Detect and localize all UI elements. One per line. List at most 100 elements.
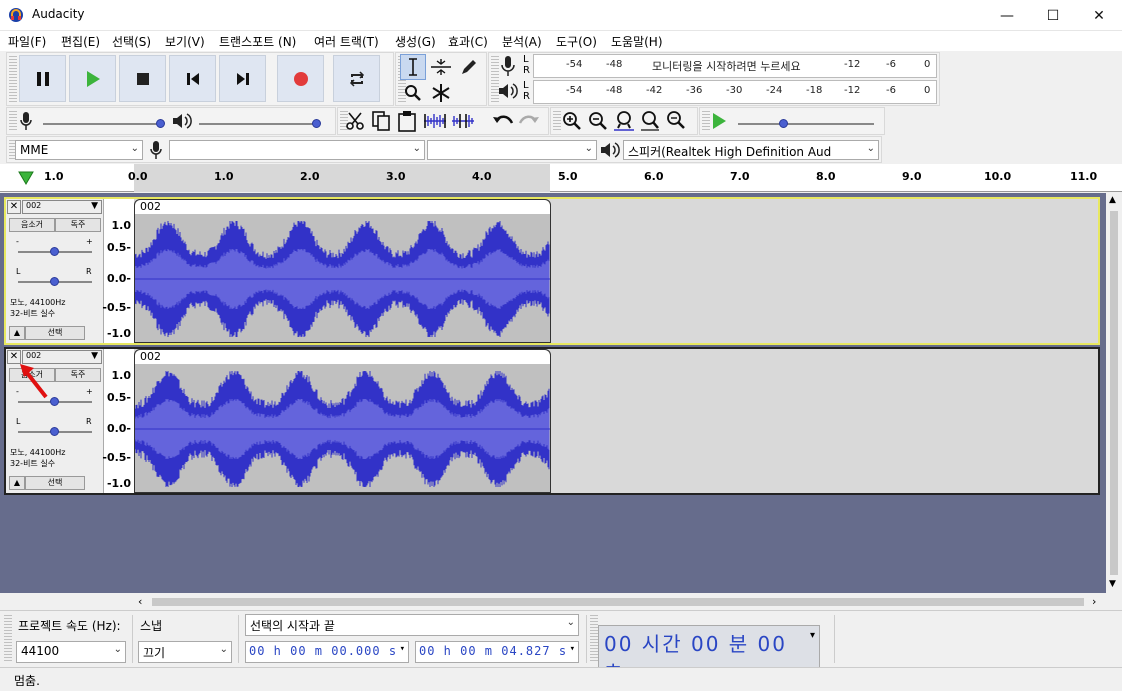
scroll-right-icon[interactable]: › bbox=[1092, 595, 1096, 608]
audio-host-select[interactable]: MME ⌄ bbox=[15, 140, 143, 160]
solo-button[interactable]: 독주 bbox=[55, 368, 101, 382]
gain-slider-thumb[interactable] bbox=[50, 397, 59, 406]
audio-clip[interactable]: 002 bbox=[134, 349, 551, 493]
menu-generate[interactable]: 생성(G) bbox=[395, 33, 436, 50]
close-track-button[interactable]: ✕ bbox=[7, 200, 21, 214]
close-window-button[interactable]: ✕ bbox=[1076, 0, 1122, 31]
selection-end-value: 00 h 00 m 04.827 s bbox=[419, 644, 568, 658]
clip-title-bar[interactable]: 002 bbox=[135, 350, 550, 364]
horizontal-scroll-thumb[interactable] bbox=[152, 598, 1084, 606]
vertical-scroll-thumb[interactable] bbox=[1110, 211, 1118, 575]
play-meter-speaker-icon[interactable] bbox=[497, 81, 519, 104]
timeline-ruler[interactable]: 1.0 0.0 1.0 2.0 3.0 4.0 5.0 6.0 7.0 8.0 … bbox=[0, 164, 1122, 192]
pin-playhead-button[interactable] bbox=[16, 168, 36, 191]
envelope-tool-button[interactable] bbox=[428, 54, 454, 80]
menu-effect[interactable]: 효과(C) bbox=[448, 33, 488, 50]
multi-tool-button[interactable] bbox=[428, 80, 454, 106]
vertical-scrollbar[interactable]: ▲ ▼ bbox=[1106, 193, 1122, 593]
draw-tool-button[interactable] bbox=[456, 54, 482, 80]
playback-volume-thumb[interactable] bbox=[312, 119, 321, 128]
cut-button[interactable] bbox=[342, 108, 368, 134]
collapse-track-button[interactable]: ▲ bbox=[9, 326, 25, 340]
record-button[interactable] bbox=[277, 55, 324, 102]
zoom-in-button[interactable] bbox=[559, 108, 585, 134]
clip-title-bar[interactable]: 002 bbox=[135, 200, 550, 214]
silence-audio-button[interactable] bbox=[450, 108, 476, 134]
pause-button[interactable] bbox=[19, 55, 66, 102]
project-rate-select[interactable]: 44100 ⌄ bbox=[16, 641, 126, 663]
menu-analyze[interactable]: 분석(A) bbox=[502, 33, 542, 50]
minimize-button[interactable]: — bbox=[984, 0, 1030, 31]
stop-button[interactable] bbox=[119, 55, 166, 102]
scroll-down-icon[interactable]: ▼ bbox=[1109, 579, 1116, 589]
pan-slider-thumb[interactable] bbox=[50, 427, 59, 436]
loop-button[interactable] bbox=[333, 55, 380, 102]
zoom-tool-button[interactable] bbox=[400, 80, 426, 106]
selection-end-time[interactable]: 00 h 00 m 04.827 s ▾ bbox=[415, 641, 579, 663]
menu-tools[interactable]: 도구(O) bbox=[556, 33, 597, 50]
tracks-area[interactable]: ✕ 002 ▼ 음소거 독주 - + L R 모노, 44100Hz 32-비트 … bbox=[0, 193, 1106, 593]
horizontal-scrollbar[interactable]: ‹ › bbox=[134, 594, 1106, 610]
toolbar-grip[interactable] bbox=[590, 615, 598, 663]
recording-device-select[interactable]: ⌄ bbox=[169, 140, 425, 160]
recording-volume-thumb[interactable] bbox=[156, 119, 165, 128]
recording-volume-slider[interactable] bbox=[43, 123, 163, 125]
copy-button[interactable] bbox=[368, 108, 394, 134]
toolbar-grip[interactable] bbox=[4, 615, 12, 663]
gain-slider-thumb[interactable] bbox=[50, 247, 59, 256]
solo-button[interactable]: 독주 bbox=[55, 218, 101, 232]
pan-slider-thumb[interactable] bbox=[50, 277, 59, 286]
select-track-button[interactable]: 선택 bbox=[25, 326, 85, 340]
fit-project-button[interactable] bbox=[637, 108, 663, 134]
selection-tool-button[interactable] bbox=[400, 54, 426, 80]
zoom-out-button[interactable] bbox=[585, 108, 611, 134]
playback-speed-thumb[interactable] bbox=[779, 119, 788, 128]
trim-audio-button[interactable] bbox=[422, 108, 448, 134]
menu-edit[interactable]: 편집(E) bbox=[61, 33, 100, 50]
menu-tracks[interactable]: 여러 트랙(T) bbox=[314, 33, 379, 50]
selection-mode-select[interactable]: 선택의 시작과 끝 ⌄ bbox=[245, 614, 579, 636]
select-track-button[interactable]: 선택 bbox=[25, 476, 85, 490]
menu-file[interactable]: 파일(F) bbox=[8, 33, 46, 50]
gain-min-label: - bbox=[16, 237, 19, 246]
maximize-button[interactable]: ☐ bbox=[1030, 0, 1076, 31]
trim-icon bbox=[424, 114, 446, 128]
undo-button[interactable] bbox=[490, 108, 516, 134]
snap-select[interactable]: 끄기 ⌄ bbox=[138, 641, 232, 663]
playback-volume-slider[interactable] bbox=[199, 123, 319, 125]
menu-transport[interactable]: 트랜스포트 (N) bbox=[219, 33, 296, 50]
zoom-toggle-button[interactable] bbox=[663, 108, 689, 134]
toolbar-grip[interactable] bbox=[9, 111, 17, 131]
skip-to-start-button[interactable] bbox=[169, 55, 216, 102]
menu-view[interactable]: 보기(V) bbox=[165, 33, 205, 50]
redo-button[interactable] bbox=[516, 108, 542, 134]
record-meter-mic-icon[interactable] bbox=[499, 55, 517, 80]
play-button[interactable] bbox=[69, 55, 116, 102]
snap-label: 스냅 bbox=[140, 619, 163, 633]
play-at-speed-button[interactable] bbox=[706, 108, 732, 134]
skip-to-end-button[interactable] bbox=[219, 55, 266, 102]
toolbar-grip[interactable] bbox=[9, 56, 17, 102]
audio-track[interactable]: ✕ 002 ▼ 음소거 독주 - + L R 모노, 44100Hz 32-비트 … bbox=[4, 197, 1100, 345]
playback-meter[interactable]: -54 -48 -42 -36 -30 -24 -18 -12 -6 0 bbox=[533, 80, 937, 104]
menu-select[interactable]: 선택(S) bbox=[112, 33, 151, 50]
playback-speed-slider[interactable] bbox=[738, 123, 874, 125]
mute-button[interactable]: 음소거 bbox=[9, 218, 55, 232]
ruler-tick: 8.0 bbox=[816, 170, 836, 183]
meter-tick: 0 bbox=[924, 59, 931, 70]
recording-channels-select[interactable]: ⌄ bbox=[427, 140, 597, 160]
track-name-menu[interactable]: 002 ▼ bbox=[22, 200, 102, 214]
menu-help[interactable]: 도움말(H) bbox=[611, 33, 663, 50]
meter-tick: -12 bbox=[844, 59, 861, 70]
fit-selection-button[interactable] bbox=[611, 108, 637, 134]
scroll-up-icon[interactable]: ▲ bbox=[1109, 195, 1116, 205]
record-meter[interactable]: -54 -48 모니터링을 시작하려면 누르세요 -12 -6 0 bbox=[533, 54, 937, 78]
paste-button[interactable] bbox=[394, 108, 420, 134]
scroll-left-icon[interactable]: ‹ bbox=[138, 595, 142, 608]
ruler-tick: 11.0 bbox=[1070, 170, 1098, 183]
collapse-track-button[interactable]: ▲ bbox=[9, 476, 25, 490]
audio-track[interactable]: ✕ 002 ▼ 음소거 독주 - + L R 모노, 44100Hz 32-비트 … bbox=[4, 347, 1100, 495]
selection-start-time[interactable]: 00 h 00 m 00.000 s ▾ bbox=[245, 641, 409, 663]
audio-clip[interactable]: 002 bbox=[134, 199, 551, 343]
playback-device-select[interactable]: 스피커(Realtek High Definition Aud ⌄ bbox=[623, 140, 879, 160]
